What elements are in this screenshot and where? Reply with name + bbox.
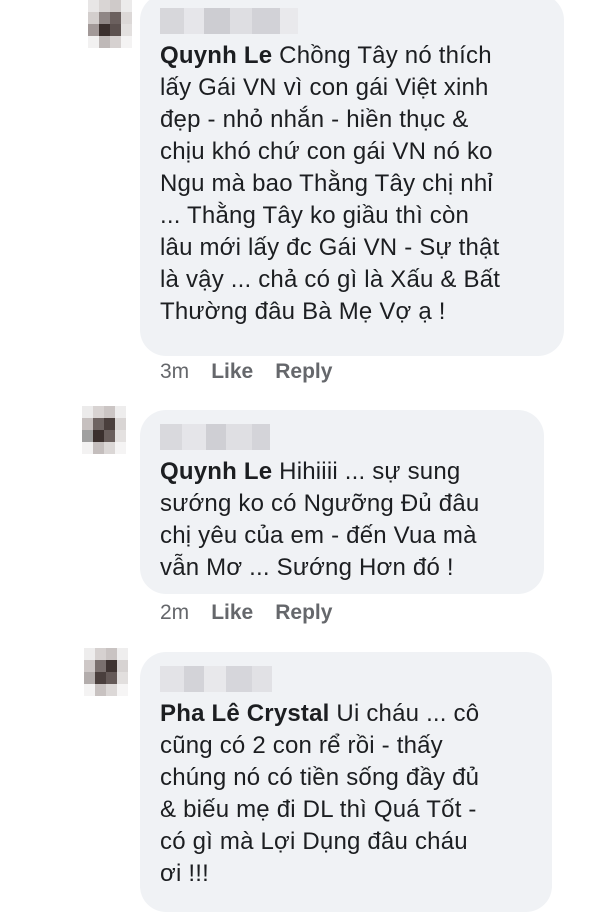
comment-actions: 2m Like Reply [160, 601, 332, 625]
timestamp[interactable]: 3m [160, 360, 189, 384]
comment-actions: 3m Like Reply [160, 360, 332, 384]
reply-button[interactable]: Reply [275, 360, 332, 384]
comment-text: Quynh Le Hihiiii ... sự sung sướng ko có… [160, 456, 524, 584]
avatar[interactable] [82, 406, 126, 454]
comment-text: Quynh Le Chồng Tây nó thích lấy Gái VN v… [160, 40, 544, 328]
like-button[interactable]: Like [211, 360, 253, 384]
comment-bubble: Pha Lê Crystal Ui cháu ... cô cũng có 2 … [140, 652, 552, 912]
blurred-name [160, 8, 544, 34]
author-name[interactable]: Quynh Le [160, 458, 272, 485]
author-name[interactable]: Quynh Le [160, 42, 272, 69]
comment-bubble: Quynh Le Hihiiii ... sự sung sướng ko có… [140, 410, 544, 594]
blurred-name [160, 424, 524, 450]
author-name[interactable]: Pha Lê Crystal [160, 700, 330, 727]
timestamp[interactable]: 2m [160, 601, 189, 625]
comment-text: Pha Lê Crystal Ui cháu ... cô cũng có 2 … [160, 698, 532, 890]
comment-body: Ui cháu ... cô cũng có 2 con rể rồi - th… [160, 700, 480, 887]
reply-button[interactable]: Reply [275, 601, 332, 625]
like-button[interactable]: Like [211, 601, 253, 625]
comment-body: Chồng Tây nó thích lấy Gái VN vì con gái… [160, 42, 501, 325]
blurred-name [160, 666, 532, 692]
avatar[interactable] [88, 0, 132, 48]
comment-bubble: Quynh Le Chồng Tây nó thích lấy Gái VN v… [140, 0, 564, 356]
avatar[interactable] [84, 648, 128, 696]
